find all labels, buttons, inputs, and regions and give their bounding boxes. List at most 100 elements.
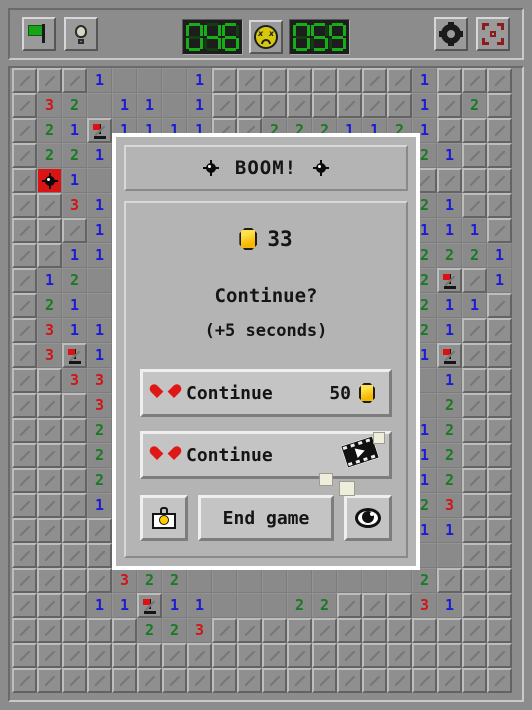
cell-flagged[interactable] <box>87 118 112 143</box>
cell-hidden[interactable] <box>487 543 512 568</box>
cell-number-2[interactable]: 2 <box>62 268 87 293</box>
cell-hidden[interactable] <box>337 68 362 93</box>
cell-hidden[interactable] <box>12 543 37 568</box>
cell-hidden[interactable] <box>12 618 37 643</box>
cell-hidden[interactable] <box>12 468 37 493</box>
cell-hidden[interactable] <box>262 643 287 668</box>
cell-hidden[interactable] <box>37 68 62 93</box>
cell-hidden[interactable] <box>462 468 487 493</box>
cell-number-1[interactable]: 1 <box>62 318 87 343</box>
cell-hidden[interactable] <box>137 668 162 693</box>
cell-hidden[interactable] <box>12 68 37 93</box>
cell-number-2[interactable]: 2 <box>437 393 462 418</box>
cell-hidden[interactable] <box>487 518 512 543</box>
cell-empty[interactable] <box>287 568 312 593</box>
cell-hidden[interactable] <box>37 618 62 643</box>
cell-hidden[interactable] <box>62 543 87 568</box>
settings-button[interactable] <box>434 17 468 51</box>
cell-hidden[interactable] <box>37 643 62 668</box>
cell-hidden[interactable] <box>487 218 512 243</box>
cell-hidden[interactable] <box>487 343 512 368</box>
cell-number-1[interactable]: 1 <box>437 593 462 618</box>
cell-hidden[interactable] <box>37 668 62 693</box>
cell-hidden[interactable] <box>237 668 262 693</box>
cell-hidden[interactable] <box>12 318 37 343</box>
cell-hidden[interactable] <box>487 168 512 193</box>
cell-hidden[interactable] <box>462 593 487 618</box>
cell-hidden[interactable] <box>387 593 412 618</box>
cell-hidden[interactable] <box>62 618 87 643</box>
cell-empty[interactable] <box>187 568 212 593</box>
cell-number-1[interactable]: 1 <box>437 293 462 318</box>
cell-hidden[interactable] <box>487 468 512 493</box>
cell-hidden[interactable] <box>12 218 37 243</box>
cell-number-2[interactable]: 2 <box>62 143 87 168</box>
cell-hidden[interactable] <box>487 393 512 418</box>
cell-hidden[interactable] <box>187 643 212 668</box>
cell-number-2[interactable]: 2 <box>37 143 62 168</box>
cell-hidden[interactable] <box>437 68 462 93</box>
cell-hidden[interactable] <box>437 643 462 668</box>
cell-hidden[interactable] <box>37 418 62 443</box>
cell-hidden[interactable] <box>437 618 462 643</box>
cell-hidden[interactable] <box>287 93 312 118</box>
end-game-button[interactable]: End game <box>198 495 334 541</box>
cell-number-3[interactable]: 3 <box>87 368 112 393</box>
cell-number-2[interactable]: 2 <box>137 618 162 643</box>
cell-hidden[interactable] <box>237 68 262 93</box>
cell-hidden[interactable] <box>62 593 87 618</box>
cell-hidden[interactable] <box>337 668 362 693</box>
cell-hidden[interactable] <box>112 618 137 643</box>
cell-empty[interactable] <box>262 593 287 618</box>
cell-hidden[interactable] <box>462 343 487 368</box>
cell-hidden[interactable] <box>37 568 62 593</box>
cell-hidden[interactable] <box>12 343 37 368</box>
cell-hidden[interactable] <box>237 93 262 118</box>
cell-hidden[interactable] <box>387 68 412 93</box>
cell-hidden[interactable] <box>262 618 287 643</box>
cell-number-1[interactable]: 1 <box>37 268 62 293</box>
cell-number-2[interactable]: 2 <box>62 93 87 118</box>
cell-hidden[interactable] <box>462 443 487 468</box>
cell-hidden[interactable] <box>237 643 262 668</box>
cell-empty[interactable] <box>362 568 387 593</box>
cell-hidden[interactable] <box>337 593 362 618</box>
cell-hidden[interactable] <box>212 93 237 118</box>
cell-hidden[interactable] <box>187 668 212 693</box>
cell-hidden[interactable] <box>237 618 262 643</box>
cell-number-2[interactable]: 2 <box>162 568 187 593</box>
cell-hidden[interactable] <box>387 618 412 643</box>
cell-hidden[interactable] <box>487 568 512 593</box>
cell-hidden[interactable] <box>87 618 112 643</box>
cell-hidden[interactable] <box>287 668 312 693</box>
cell-number-2[interactable]: 2 <box>162 618 187 643</box>
cell-number-2[interactable]: 2 <box>87 443 112 468</box>
cell-hidden[interactable] <box>487 593 512 618</box>
cell-hidden[interactable] <box>462 493 487 518</box>
cell-hidden[interactable] <box>12 643 37 668</box>
cell-empty[interactable] <box>237 593 262 618</box>
cell-number-3[interactable]: 3 <box>87 393 112 418</box>
cell-hidden[interactable] <box>12 143 37 168</box>
cell-hidden[interactable] <box>37 443 62 468</box>
cell-hidden[interactable] <box>437 168 462 193</box>
cell-hidden[interactable] <box>312 618 337 643</box>
cell-hidden[interactable] <box>12 93 37 118</box>
cell-empty[interactable] <box>137 68 162 93</box>
cell-hidden[interactable] <box>462 368 487 393</box>
cell-hidden[interactable] <box>262 68 287 93</box>
cell-number-1[interactable]: 1 <box>412 68 437 93</box>
cell-hidden[interactable] <box>62 518 87 543</box>
cell-empty[interactable] <box>87 168 112 193</box>
cell-hidden[interactable] <box>462 193 487 218</box>
cell-number-1[interactable]: 1 <box>437 518 462 543</box>
cell-hidden[interactable] <box>37 493 62 518</box>
cell-number-1[interactable]: 1 <box>112 93 137 118</box>
cell-hidden[interactable] <box>462 518 487 543</box>
cell-hidden[interactable] <box>412 668 437 693</box>
cell-hidden[interactable] <box>12 668 37 693</box>
cell-hidden[interactable] <box>487 318 512 343</box>
cell-hidden[interactable] <box>62 668 87 693</box>
cell-hidden[interactable] <box>487 418 512 443</box>
cell-hidden[interactable] <box>487 368 512 393</box>
